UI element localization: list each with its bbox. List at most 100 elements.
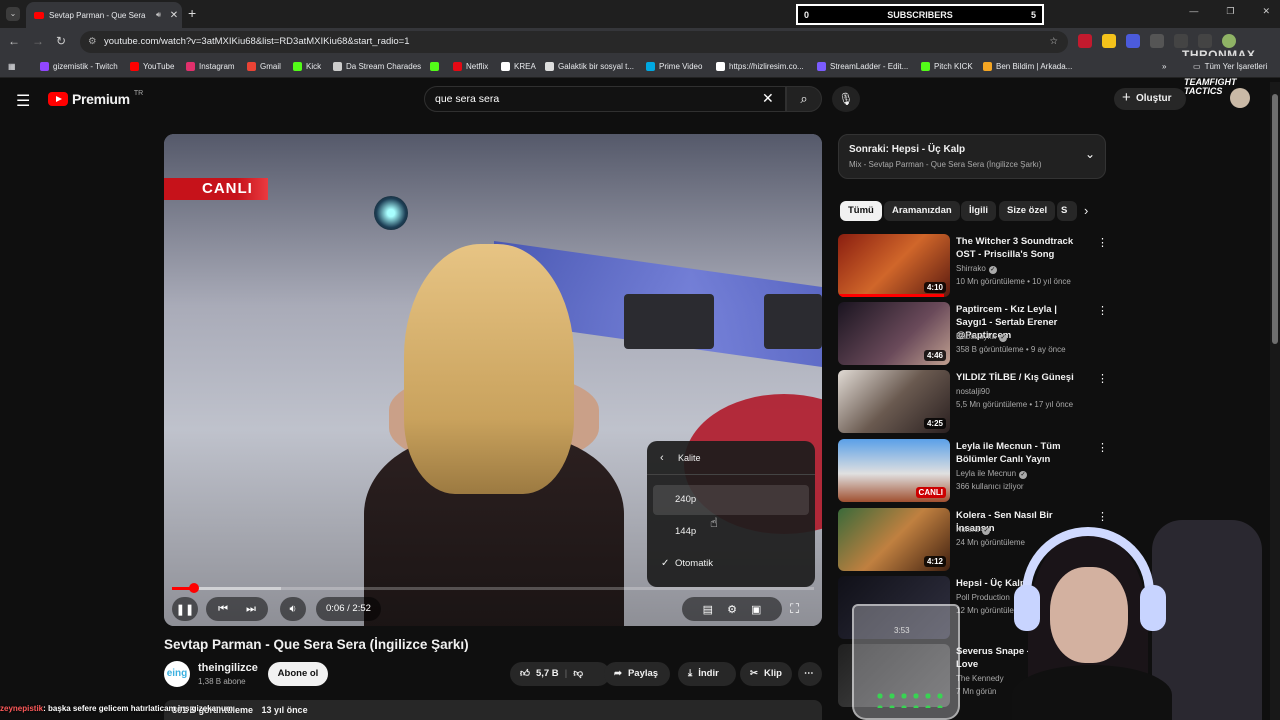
tab-search-button[interactable]: ⌄ xyxy=(6,7,20,21)
clear-search-icon[interactable]: ✕ xyxy=(762,90,774,107)
youtube-premium-logo[interactable]: Premium TR xyxy=(48,90,143,107)
search-input[interactable]: que sera sera xyxy=(424,86,786,112)
rec-channel[interactable]: Leyla ile Mecnun ✓ xyxy=(956,469,1028,479)
rec-thumbnail[interactable]: 4:25 xyxy=(838,370,950,433)
more-vertical-icon[interactable]: ⋮ xyxy=(1097,372,1108,385)
minimize-icon[interactable]: — xyxy=(1189,6,1198,17)
bookmark-3[interactable]: Gmail xyxy=(247,62,281,71)
video-player[interactable]: CANLI ‹ Kalite 240p 144p ✓ Otomatik ☝︎ ❚❚… xyxy=(164,134,822,626)
chip-from-search[interactable]: Aramanızdan xyxy=(884,201,960,221)
dislike-button[interactable]: 👎︎ xyxy=(573,662,583,686)
bookmark-14[interactable]: Ben Bildim | Arkada... xyxy=(983,62,1072,71)
more-vertical-icon[interactable]: ⋮ xyxy=(1097,441,1108,454)
rec-thumbnail[interactable]: 4:12 xyxy=(838,508,950,571)
extension-icon-1[interactable] xyxy=(1078,34,1092,48)
subscribe-button[interactable]: Abone ol xyxy=(268,662,328,686)
rec-channel[interactable]: Shirrako ✓ xyxy=(956,264,997,274)
all-bookmarks[interactable]: ▭ Tüm Yer İşaretleri xyxy=(1193,62,1267,71)
profile-icon[interactable] xyxy=(1222,34,1236,48)
bookmark-7[interactable]: Netflix xyxy=(453,62,488,71)
rec-thumbnail[interactable]: 4:46 xyxy=(838,302,950,365)
rec-video-0[interactable]: 4:10 The Witcher 3 Soundtrack OST - Pris… xyxy=(838,234,1108,298)
chevron-down-icon[interactable]: ⌄ xyxy=(1085,147,1095,161)
chevron-left-icon[interactable]: ‹ xyxy=(660,441,664,475)
new-tab-button[interactable]: + xyxy=(188,5,196,21)
download-icon[interactable] xyxy=(1174,34,1188,48)
apps-grid-icon[interactable]: ▦ xyxy=(8,62,16,71)
description-box[interactable]: 801 B görüntüleme 13 yıl önce xyxy=(164,700,822,720)
create-button[interactable]: + Oluştur xyxy=(1114,88,1186,110)
settings-gear-icon[interactable]: ⚙︎ xyxy=(727,603,737,616)
rec-channel[interactable]: BabaLayka ✓ xyxy=(956,332,1008,342)
share-button[interactable]: ➦ Paylaş xyxy=(604,662,670,686)
bookmark-12[interactable]: StreamLadder - Edit... xyxy=(817,62,908,71)
like-button[interactable]: 👍︎ 5,7 B xyxy=(520,662,559,686)
browser-tab-active[interactable]: Sevtap Parman - Que Sera 🔊︎ ✕ xyxy=(26,2,182,28)
bookmark-5[interactable]: Da Stream Charades xyxy=(333,62,421,71)
clip-button[interactable]: ✂︎ Klip xyxy=(740,662,792,686)
subtitles-icon[interactable]: ▤ xyxy=(703,603,713,616)
page-scrollbar-thumb[interactable] xyxy=(1272,94,1278,344)
bookmark-10[interactable]: Prime Video xyxy=(646,62,702,71)
bookmark-6[interactable] xyxy=(430,62,443,71)
bookmarks-overflow-icon[interactable]: » xyxy=(1162,62,1166,71)
chevron-right-icon[interactable]: › xyxy=(1084,203,1088,218)
rec-thumbnail[interactable]: 4:10 xyxy=(838,234,950,297)
account-avatar[interactable] xyxy=(1230,88,1250,108)
previous-icon[interactable]: ⏮︎ xyxy=(218,603,228,616)
quality-option-auto[interactable]: ✓ Otomatik xyxy=(653,549,809,579)
bookmark-2[interactable]: Instagram xyxy=(186,62,235,71)
bookmark-9[interactable]: Galaktik bir sosyal t... xyxy=(545,62,634,71)
reading-list-icon[interactable] xyxy=(1198,34,1212,48)
bookmark-1[interactable]: YouTube xyxy=(130,62,174,71)
rec-channel[interactable]: The Kennedy xyxy=(956,674,1004,683)
bookmark-11[interactable]: https://hizliresim.co... xyxy=(716,62,804,71)
next-icon[interactable]: ⏭︎ xyxy=(246,603,256,616)
more-actions-button[interactable]: ⋯ xyxy=(798,662,822,686)
reload-icon[interactable]: ↻ xyxy=(56,34,66,48)
chip-for-you[interactable]: Size özel xyxy=(999,201,1056,221)
close-window-icon[interactable]: ✕ xyxy=(1262,6,1270,17)
download-button[interactable]: ⤓ İndir xyxy=(678,662,736,686)
rec-channel[interactable]: Kolera ✓ xyxy=(956,525,991,535)
miniplayer-icon[interactable]: ▣ xyxy=(751,603,761,616)
restore-icon[interactable]: ❐ xyxy=(1226,6,1234,17)
channel-avatar[interactable]: eing xyxy=(164,661,190,687)
rec-video-1[interactable]: 4:46 Paptircem - Kız Leyla | Saygı1 - Se… xyxy=(838,302,1108,366)
voice-search-button[interactable]: 🎙︎ xyxy=(832,86,860,112)
quality-menu-header[interactable]: ‹ Kalite xyxy=(647,441,815,475)
search-button[interactable]: ⌕ xyxy=(786,86,822,112)
more-vertical-icon[interactable]: ⋮ xyxy=(1097,236,1108,249)
site-info-icon[interactable]: ⚙︎ xyxy=(88,31,97,53)
bookmark-0[interactable]: gizemistik - Twitch xyxy=(40,62,118,71)
mix-playlist-panel[interactable]: Sonraki: Hepsi - Üç Kalp Mix - Sevtap Pa… xyxy=(838,134,1106,179)
quality-option-240p[interactable]: 240p xyxy=(653,485,809,515)
pause-button[interactable]: ❚❚ xyxy=(172,597,198,621)
audio-playing-icon[interactable]: 🔊︎ xyxy=(156,10,161,20)
extension-icon-2[interactable] xyxy=(1102,34,1116,48)
quality-option-144p[interactable]: 144p xyxy=(653,517,809,547)
bookmark-4[interactable]: Kick xyxy=(293,62,321,71)
bookmark-star-icon[interactable]: ☆ xyxy=(1049,31,1058,53)
chip-all[interactable]: Tümü xyxy=(840,201,882,221)
channel-name[interactable]: theingilizce xyxy=(198,662,258,674)
extensions-puzzle-icon[interactable] xyxy=(1150,34,1164,48)
tab-close-icon[interactable]: ✕ xyxy=(166,10,182,21)
mute-button[interactable]: 🔉︎ xyxy=(280,597,306,621)
progress-bar[interactable] xyxy=(172,583,814,593)
extension-icon-3[interactable] xyxy=(1126,34,1140,48)
menu-icon[interactable]: ☰ xyxy=(16,91,30,111)
bookmark-13[interactable]: Pitch KICK xyxy=(921,62,973,71)
chip-more[interactable]: S xyxy=(1057,201,1077,221)
forward-icon[interactable]: → xyxy=(32,34,44,48)
back-icon[interactable]: ← xyxy=(8,34,20,48)
rec-thumbnail[interactable]: CANLI xyxy=(838,439,950,502)
rec-channel[interactable]: nostalji90 xyxy=(956,387,990,396)
rec-video-3[interactable]: CANLI Leyla ile Mecnun - Tüm Bölümler Ca… xyxy=(838,439,1108,503)
rec-video-2[interactable]: 4:25 YILDIZ TİLBE / Kış Güneşi nostalji9… xyxy=(838,370,1108,434)
chip-related[interactable]: İlgili xyxy=(961,201,996,221)
fullscreen-icon[interactable]: ⛶ xyxy=(790,601,799,617)
more-vertical-icon[interactable]: ⋮ xyxy=(1097,304,1108,317)
url-input[interactable]: ⚙︎ youtube.com/watch?v=3atMXIKiu68&list=… xyxy=(80,31,1068,53)
bookmark-8[interactable]: KREA xyxy=(501,62,536,71)
